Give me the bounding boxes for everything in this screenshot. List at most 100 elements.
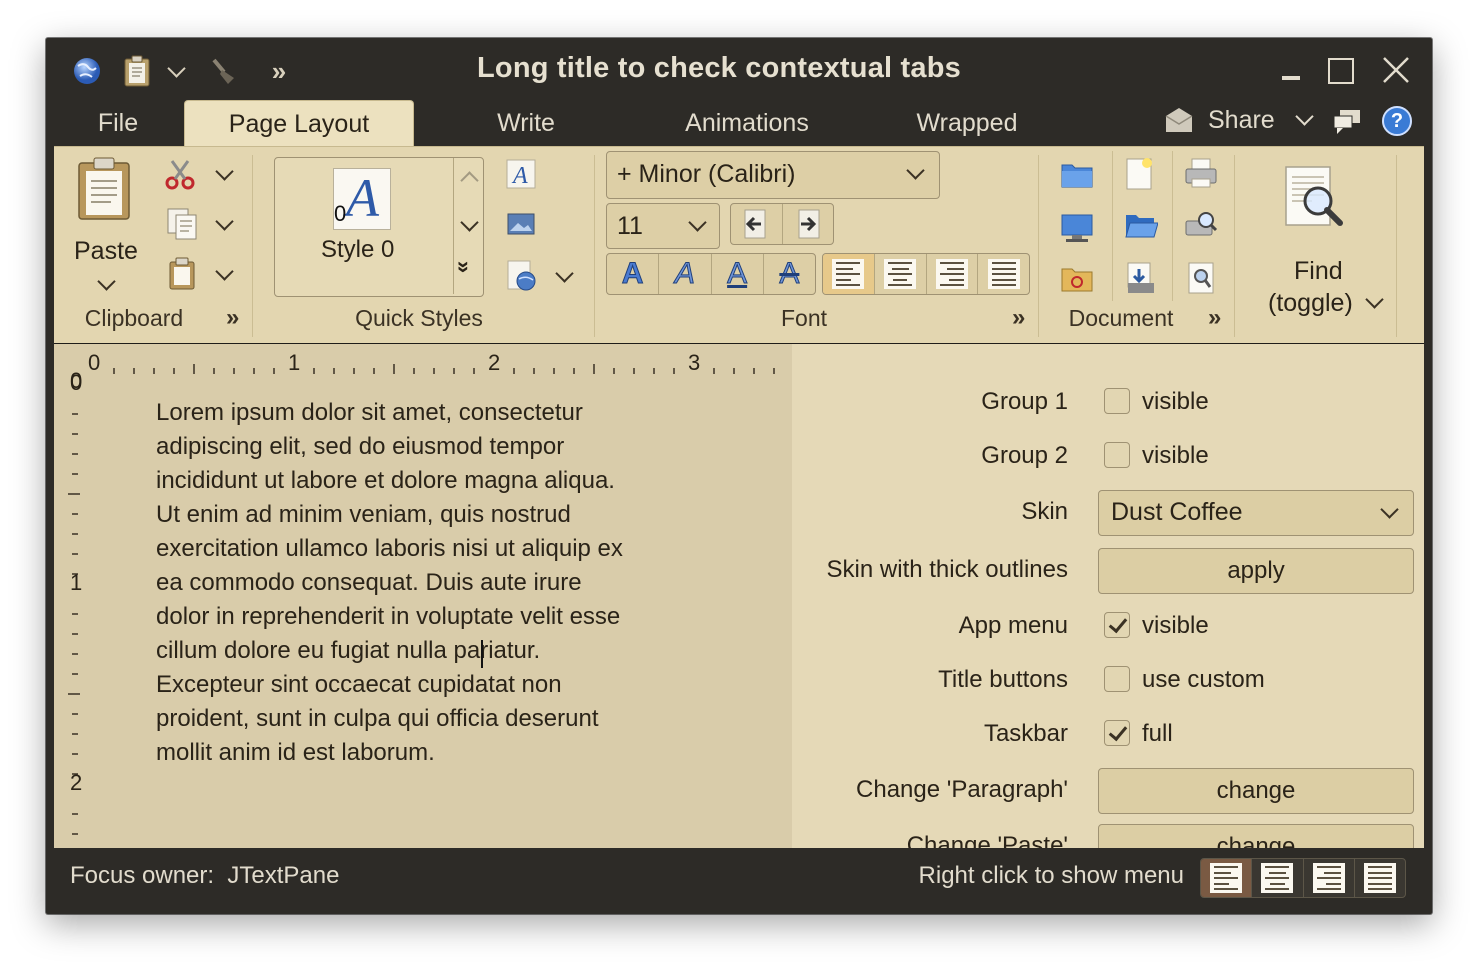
title-buttons-checkbox[interactable] (1104, 666, 1130, 692)
change-paragraph-button[interactable]: change (1098, 768, 1414, 814)
title-buttons-checkbox-label: use custom (1142, 666, 1265, 693)
apply-button[interactable]: apply (1098, 548, 1414, 594)
scroll-down-icon[interactable] (460, 213, 479, 232)
indent-left-icon (744, 209, 766, 239)
align-center-button[interactable] (875, 254, 927, 294)
new-document-icon[interactable] (1124, 157, 1154, 191)
clipboard-expand-icon[interactable]: » (226, 304, 239, 332)
band-separator (1038, 155, 1039, 337)
bold-icon: A (621, 257, 644, 291)
help-icon[interactable]: ? (1382, 106, 1412, 136)
bold-button[interactable]: A (607, 254, 660, 294)
status-justify-button[interactable] (1355, 859, 1405, 897)
align-right-button[interactable] (927, 254, 979, 294)
scroll-up-icon[interactable] (460, 171, 479, 190)
chat-icon[interactable] (1332, 108, 1362, 136)
print-preview-icon[interactable] (1184, 209, 1218, 241)
gallery-expand-icon[interactable]: » (451, 261, 477, 273)
chevron-down-icon[interactable] (167, 59, 186, 78)
document-expand-icon[interactable]: » (1208, 304, 1221, 332)
app-menu-checkbox[interactable] (1104, 612, 1130, 638)
picture-button[interactable] (506, 209, 540, 243)
group1-checkbox[interactable] (1104, 388, 1130, 414)
status-align-center-button[interactable] (1252, 859, 1304, 897)
style-glyph: A (346, 168, 379, 228)
folder-icon[interactable] (1060, 159, 1094, 189)
cut-button[interactable] (164, 157, 244, 193)
share-icon (1165, 108, 1193, 132)
ruler-v-label: 1 (70, 570, 83, 595)
globe-icon[interactable] (70, 54, 104, 88)
taskbar-checkbox[interactable] (1104, 720, 1130, 746)
focus-owner-status: Focus owner: JTextPane (70, 862, 339, 890)
close-icon[interactable] (1380, 54, 1412, 86)
text-line: ea commodo consequat. Duis aute irure (156, 569, 582, 596)
band-separator (252, 155, 253, 337)
network-computer-icon[interactable] (1060, 209, 1094, 243)
paste-button[interactable]: Paste (64, 153, 150, 303)
brush-icon[interactable] (206, 54, 240, 88)
minimize-icon[interactable] (1282, 76, 1300, 80)
web-style-button[interactable] (506, 259, 586, 295)
italic-button[interactable]: A (659, 254, 712, 294)
decrease-indent-button[interactable] (731, 204, 783, 244)
font-size-combobox[interactable]: 11 (606, 203, 720, 249)
tab-animations[interactable]: Animations (666, 100, 828, 146)
save-icon[interactable] (1124, 261, 1158, 295)
align-right-icon (1312, 863, 1345, 893)
text-line: adipiscing elit, sed do eiusmod tempor (156, 433, 565, 460)
group2-checkbox[interactable] (1104, 442, 1130, 468)
find-toggle-button[interactable]: Find (toggle) (1260, 157, 1392, 327)
thick-outlines-label: Skin with thick outlines (826, 556, 1068, 583)
change-paste-button[interactable]: change (1098, 824, 1414, 848)
web-document-icon (507, 260, 536, 291)
tab-write[interactable]: Write (476, 100, 576, 146)
style-0-item[interactable]: A 0 Style 0 (275, 158, 453, 294)
quick-styles-gallery[interactable]: A 0 Style 0 » (274, 157, 484, 297)
text-editor[interactable]: 0 0 1 2 3 0 1 2 Lorem ipsum dolor sit am… (54, 344, 792, 848)
focus-owner-value: JTextPane (227, 862, 340, 889)
alignment-buttons (822, 253, 1030, 295)
double-chevron-right-icon[interactable]: » (264, 54, 294, 88)
change-paragraph-label: Change 'Paragraph' (856, 776, 1068, 803)
share-button[interactable]: Share (1164, 102, 1324, 142)
paste-icon (78, 157, 130, 220)
style-0-preview: A 0 (333, 168, 391, 230)
tab-file[interactable]: File (86, 100, 150, 146)
printer-icon[interactable] (1184, 157, 1218, 189)
tab-wrapped[interactable]: Wrapped (904, 100, 1030, 146)
clipboard-icon[interactable] (120, 54, 154, 88)
tab-page-layout[interactable]: Page Layout (184, 100, 414, 147)
editor-text[interactable]: Lorem ipsum dolor sit amet, consectetur … (156, 396, 696, 770)
taskbar-label: Taskbar (983, 720, 1068, 747)
font-style-buttons: A A A A (606, 253, 816, 295)
strikethrough-button[interactable]: A (764, 254, 815, 294)
text-line: Ut enim ad minim veniam, quis nostrud (156, 501, 571, 528)
picture-icon (507, 213, 535, 235)
align-left-button[interactable] (823, 254, 875, 294)
document-properties-icon[interactable] (1186, 261, 1216, 295)
text-line: Excepteur sint occaecat cupidatat non (156, 671, 562, 698)
increase-indent-button[interactable] (783, 204, 834, 244)
text-style-icon: A (506, 159, 536, 189)
justify-button[interactable] (978, 254, 1029, 294)
font-family-combobox[interactable]: + Minor (Calibri) (606, 151, 940, 199)
copy-button[interactable] (164, 207, 244, 243)
indent-right-icon (798, 209, 820, 239)
group2-checkbox-label: visible (1142, 442, 1209, 469)
paste-special-button[interactable] (164, 257, 244, 293)
text-style-button[interactable]: A (506, 159, 540, 193)
ruler-h-label: 2 (488, 350, 501, 375)
status-align-left-button[interactable] (1201, 859, 1253, 897)
style-index: 0 (334, 201, 347, 226)
band-separator (1396, 155, 1397, 337)
font-expand-icon[interactable]: » (1012, 304, 1025, 332)
status-align-right-button[interactable] (1304, 859, 1355, 897)
skin-select[interactable]: Dust Coffee (1098, 490, 1414, 536)
chevron-down-icon (215, 212, 234, 231)
open-folder-icon[interactable] (1124, 209, 1158, 241)
underline-button[interactable]: A (712, 254, 764, 294)
maximize-icon[interactable] (1328, 58, 1354, 84)
search-folder-icon[interactable] (1060, 263, 1094, 293)
text-line: Lorem ipsum dolor sit amet, consectetur (156, 399, 583, 426)
